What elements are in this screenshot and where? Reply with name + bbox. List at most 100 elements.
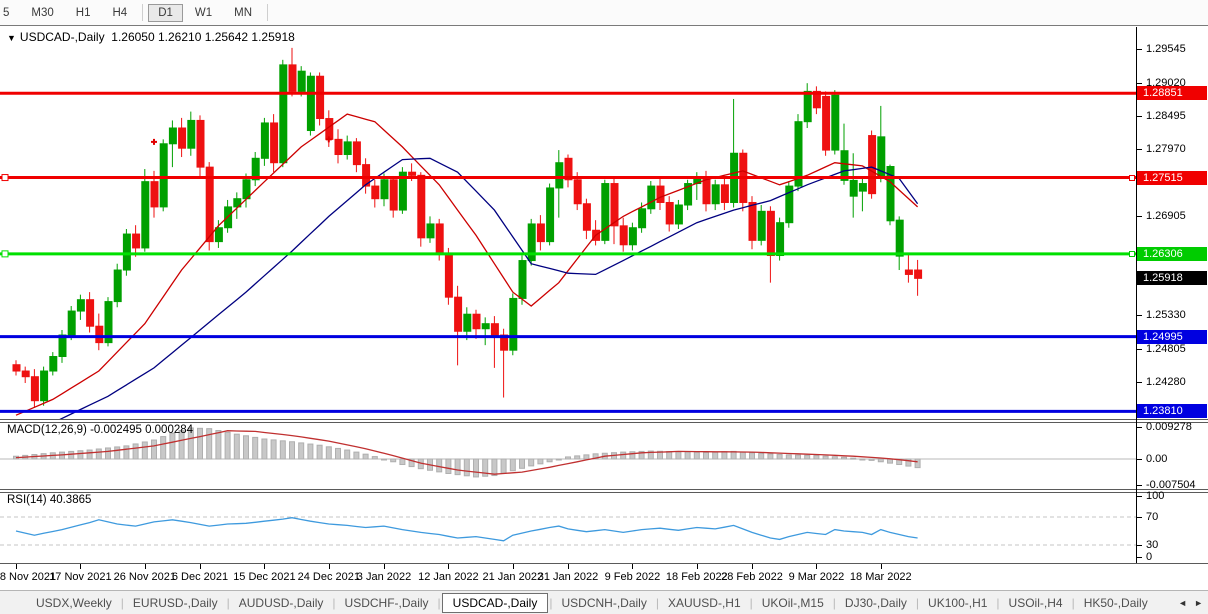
candle [869, 136, 876, 194]
price-axis-tickmark [1137, 315, 1142, 316]
candle [353, 142, 360, 165]
chart-dropdown-icon[interactable]: ▼ [7, 33, 16, 43]
candle [409, 172, 416, 175]
candle [22, 371, 29, 377]
candle [473, 314, 480, 329]
level-anchor[interactable] [1129, 251, 1135, 257]
candle [197, 120, 204, 167]
candle [712, 185, 719, 204]
candle [537, 224, 544, 242]
price-axis-tickmark [1137, 49, 1142, 50]
candle [510, 298, 517, 350]
scroll-left-icon[interactable]: ◄ [1178, 598, 1187, 608]
candle [758, 211, 765, 240]
date-axis-tickmark [632, 564, 633, 569]
candle [850, 180, 857, 196]
price-axis-label: 1.24805 [1146, 343, 1186, 355]
candle [261, 123, 268, 158]
pane-divider-macd-rsi[interactable] [0, 489, 1208, 493]
chart-tab-uk100[interactable]: UK100-,H1 [920, 593, 995, 613]
timeframe-button-d1[interactable]: D1 [148, 4, 183, 22]
timeframe-button-h1[interactable]: H1 [66, 4, 101, 22]
trading-terminal-window: 5M30H1H4D1W1MN ▼USDCAD-,Daily 1.26050 1.… [0, 0, 1208, 614]
tab-separator: | [750, 596, 753, 610]
level-anchor[interactable] [2, 175, 8, 181]
candle [574, 180, 581, 204]
candle [151, 182, 158, 207]
rsi-axis-tickmark [1137, 545, 1142, 546]
cross-marker-icon [151, 139, 157, 145]
rsi-axis-label: 70 [1146, 511, 1158, 523]
tab-separator: | [1072, 596, 1075, 610]
price-axis-tickmark [1137, 149, 1142, 150]
chart-tab-hk50[interactable]: HK50-,Daily [1076, 593, 1156, 613]
chart-tab-dj30[interactable]: DJ30-,Daily [837, 593, 915, 613]
price-axis-label: 1.27970 [1146, 143, 1186, 155]
date-axis-tickmark [448, 564, 449, 569]
date-axis-tickmark [145, 564, 146, 569]
candle [464, 314, 471, 331]
candle [344, 142, 351, 155]
candle [832, 95, 839, 150]
date-axis-tickmark [80, 564, 81, 569]
chart-tab-audusd[interactable]: AUDUSD-,Daily [231, 593, 332, 613]
timeframe-button-mn[interactable]: MN [224, 4, 262, 22]
chart-title: ▼USDCAD-,Daily 1.26050 1.26210 1.25642 1… [7, 30, 295, 44]
price-axis-label: 1.24280 [1146, 376, 1186, 388]
price-axis-label: 1.25330 [1146, 309, 1186, 321]
candle [31, 377, 38, 401]
pane-divider-main-macd[interactable] [0, 419, 1208, 423]
tab-separator: | [996, 596, 999, 610]
date-axis-label: 18 Mar 2022 [839, 571, 923, 583]
rsi-label: RSI(14) 40.3865 [7, 494, 91, 506]
rsi-indicator-pane[interactable] [0, 491, 1137, 563]
chart-tab-usdcad[interactable]: USDCAD-,Daily [442, 593, 549, 613]
date-axis-tickmark [881, 564, 882, 569]
level-price-tag: 1.23810 [1137, 404, 1207, 418]
timeframe-button-w1[interactable]: W1 [185, 4, 222, 22]
date-axis-tickmark [16, 564, 17, 569]
chart-tab-eurusd[interactable]: EURUSD-,Daily [125, 593, 226, 613]
scroll-right-icon[interactable]: ► [1194, 598, 1203, 608]
candle [841, 151, 848, 181]
candle [142, 182, 149, 248]
macd-axis-tickmark [1137, 485, 1142, 486]
timeframe-button-h4[interactable]: H4 [102, 4, 137, 22]
rsi-axis-label: 100 [1146, 490, 1164, 502]
candle [68, 311, 75, 335]
candle [215, 228, 222, 242]
candle [648, 186, 655, 209]
chart-tab-usdchf[interactable]: USDCHF-,Daily [337, 593, 437, 613]
timeframe-toolbar: 5M30H1H4 D1W1MN [0, 0, 1208, 25]
level-anchor[interactable] [1129, 175, 1135, 181]
candle [179, 128, 186, 148]
candle [160, 144, 167, 207]
candle [298, 71, 305, 91]
timeframe-button-5[interactable]: 5 [1, 4, 19, 22]
chart-tab-usoil[interactable]: USOil-,H4 [1001, 593, 1071, 613]
price-axis-tickmark [1137, 349, 1142, 350]
chart-tab-usdcnh[interactable]: USDCNH-,Daily [553, 593, 654, 613]
chart-symbol-label: USDCAD-,Daily [20, 30, 105, 44]
ma-slow-line [25, 158, 917, 419]
pane-divider-rsi-dates [0, 563, 1208, 564]
chart-tab-usdx[interactable]: USDX,Weekly [28, 593, 120, 613]
candle [629, 228, 636, 245]
timeframe-button-m30[interactable]: M30 [21, 4, 63, 22]
level-anchor[interactable] [2, 251, 8, 257]
level-price-tag: 1.26306 [1137, 247, 1207, 261]
price-axis-tickmark [1137, 382, 1142, 383]
candle [547, 188, 554, 242]
chart-tab-ukoil[interactable]: UKOil-,M15 [754, 593, 832, 613]
candle [133, 234, 140, 248]
candle [777, 223, 784, 256]
main-price-pane[interactable] [0, 27, 1137, 419]
candle [519, 261, 526, 299]
tab-separator: | [438, 596, 441, 610]
chart-tab-bar: USDX,Weekly | EURUSD-,Daily | AUDUSD-,Daily |… [0, 590, 1208, 614]
candle [114, 270, 121, 302]
chart-tab-xauusd[interactable]: XAUUSD-,H1 [660, 593, 749, 613]
rsi-axis-label: 0 [1146, 551, 1152, 563]
level-price-tag: 1.27515 [1137, 171, 1207, 185]
level-price-tag: 1.28851 [1137, 86, 1207, 100]
